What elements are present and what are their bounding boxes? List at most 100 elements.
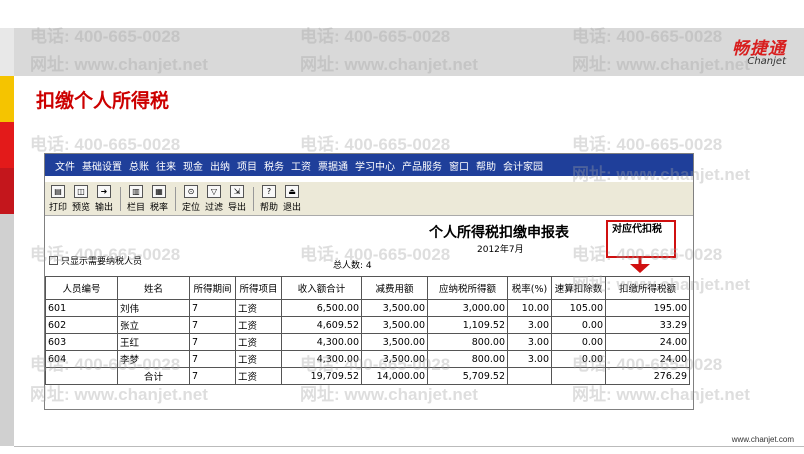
cell-taxable-income[interactable]: 3,000.00: [427, 299, 508, 317]
cell-income-item[interactable]: 工资: [235, 333, 282, 351]
table-row[interactable]: 604 李梦 7 工资 4,300.00 3,500.00 800.00 3.0…: [45, 350, 690, 368]
cell-income-total[interactable]: 4,300.00: [281, 350, 362, 368]
col-header-tax-rate[interactable]: 税率(%): [507, 276, 552, 300]
menu-item-basic-settings[interactable]: 基础设置: [82, 158, 122, 173]
cell-income-item[interactable]: 工资: [235, 316, 282, 334]
only-required-checkbox[interactable]: [49, 256, 58, 265]
cell-taxable-income[interactable]: 800.00: [427, 350, 508, 368]
cell-income-item[interactable]: 工资: [235, 299, 282, 317]
cell-deduction[interactable]: 3,500.00: [361, 316, 428, 334]
exit-icon: ⏏: [285, 185, 299, 198]
menu-item-product-service[interactable]: 产品服务: [402, 158, 442, 173]
cell-name[interactable]: 张立: [117, 316, 190, 334]
cell-deduction[interactable]: 3,500.00: [361, 350, 428, 368]
col-header-taxable-income[interactable]: 应纳税所得额: [427, 276, 508, 300]
cell-income-total[interactable]: 19,709.52: [281, 367, 362, 385]
cell-period[interactable]: 7: [189, 333, 236, 351]
cell-withheld-tax[interactable]: 195.00: [605, 299, 690, 317]
preview-button[interactable]: ◫ 预览: [70, 185, 92, 213]
cell-period[interactable]: 7: [189, 350, 236, 368]
cell-income-total[interactable]: 4,300.00: [281, 333, 362, 351]
cell-withheld-tax[interactable]: 24.00: [605, 350, 690, 368]
menu-item-receivables[interactable]: 往来: [156, 158, 176, 173]
print-button[interactable]: ▤ 打印: [47, 185, 69, 213]
menu-item-help[interactable]: 帮助: [476, 158, 496, 173]
side-stripe-grey: [0, 28, 14, 76]
cell-period[interactable]: 7: [189, 299, 236, 317]
cell-quick-deduction[interactable]: 0.00: [551, 350, 606, 368]
cell-withheld-tax[interactable]: 24.00: [605, 333, 690, 351]
cell-deduction[interactable]: 3,500.00: [361, 333, 428, 351]
cell-tax-rate[interactable]: [507, 367, 552, 385]
menu-item-tax[interactable]: 税务: [264, 158, 284, 173]
cell-tax-rate[interactable]: 3.00: [507, 350, 552, 368]
only-required-filter[interactable]: 只显示需要纳税人员: [49, 254, 142, 267]
exit-button[interactable]: ⏏ 退出: [281, 185, 303, 213]
table-row[interactable]: 601 刘伟 7 工资 6,500.00 3,500.00 3,000.00 1…: [45, 299, 690, 317]
cell-income-item[interactable]: 工资: [235, 367, 282, 385]
output-button[interactable]: ➜ 输出: [93, 185, 115, 213]
locate-button[interactable]: ⊙ 定位: [180, 185, 202, 213]
columns-button[interactable]: ▥ 栏目: [125, 185, 147, 213]
col-header-withheld-tax[interactable]: 扣缴所得税额: [605, 276, 690, 300]
cell-period[interactable]: 7: [189, 316, 236, 334]
cell-quick-deduction[interactable]: 105.00: [551, 299, 606, 317]
cell-period[interactable]: 7: [189, 367, 236, 385]
only-required-label: 只显示需要纳税人员: [61, 257, 143, 267]
slide-title: 扣缴个人所得税: [36, 90, 170, 112]
export-file-icon: ⇲: [230, 185, 244, 198]
cell-tax-rate[interactable]: 3.00: [507, 333, 552, 351]
cell-withheld-tax[interactable]: 33.29: [605, 316, 690, 334]
menu-item-project[interactable]: 项目: [237, 158, 257, 173]
cell-deduction[interactable]: 3,500.00: [361, 299, 428, 317]
export-file-button[interactable]: ⇲ 导出: [226, 185, 248, 213]
filter-button[interactable]: ▽ 过滤: [203, 185, 225, 213]
side-stripe-lightgrey: [0, 214, 14, 446]
tax-rate-button[interactable]: ▦ 税率: [148, 185, 170, 213]
cell-withheld-tax[interactable]: 276.29: [605, 367, 690, 385]
cell-employee-id[interactable]: [45, 367, 118, 385]
cell-tax-rate[interactable]: 3.00: [507, 316, 552, 334]
menu-item-accountant-home[interactable]: 会计家园: [503, 158, 543, 173]
cell-taxable-income[interactable]: 800.00: [427, 333, 508, 351]
table-row[interactable]: 603 王红 7 工资 4,300.00 3,500.00 800.00 3.0…: [45, 333, 690, 351]
col-header-employee-id[interactable]: 人员编号: [45, 276, 118, 300]
cell-employee-id[interactable]: 602: [45, 316, 118, 334]
col-header-period[interactable]: 所得期间: [189, 276, 236, 300]
col-header-name[interactable]: 姓名: [117, 276, 190, 300]
cell-income-item[interactable]: 工资: [235, 350, 282, 368]
menu-item-salary[interactable]: 工资: [291, 158, 311, 173]
menu-item-learning-center[interactable]: 学习中心: [355, 158, 395, 173]
cell-employee-id[interactable]: 601: [45, 299, 118, 317]
col-header-deduction[interactable]: 减费用额: [361, 276, 428, 300]
col-header-quick-deduction[interactable]: 速算扣除数: [551, 276, 606, 300]
cell-income-total[interactable]: 4,609.52: [281, 316, 362, 334]
menu-item-cash[interactable]: 现金: [183, 158, 203, 173]
menu-item-bill-link[interactable]: 票据通: [318, 158, 348, 173]
cell-tax-rate[interactable]: 10.00: [507, 299, 552, 317]
cell-deduction[interactable]: 14,000.00: [361, 367, 428, 385]
cell-employee-id[interactable]: 603: [45, 333, 118, 351]
cell-quick-deduction[interactable]: 0.00: [551, 333, 606, 351]
table-row[interactable]: 602 张立 7 工资 4,609.52 3,500.00 1,109.52 3…: [45, 316, 690, 334]
toolbar-separator: [120, 187, 121, 211]
cell-taxable-income[interactable]: 5,709.52: [427, 367, 508, 385]
cell-quick-deduction[interactable]: [551, 367, 606, 385]
cell-quick-deduction[interactable]: 0.00: [551, 316, 606, 334]
cell-name[interactable]: 王红: [117, 333, 190, 351]
cell-taxable-income[interactable]: 1,109.52: [427, 316, 508, 334]
cell-income-total[interactable]: 6,500.00: [281, 299, 362, 317]
help-button[interactable]: ? 帮助: [258, 185, 280, 213]
col-header-income-item[interactable]: 所得项目: [235, 276, 282, 300]
cell-name[interactable]: 刘伟: [117, 299, 190, 317]
menu-item-cashier[interactable]: 出纳: [210, 158, 230, 173]
menu-item-file[interactable]: 文件: [55, 158, 75, 173]
table-total-row[interactable]: 合计 7 工资 19,709.52 14,000.00 5,709.52 276…: [45, 367, 690, 385]
cell-total-label[interactable]: 合计: [117, 367, 190, 385]
menu-item-window[interactable]: 窗口: [449, 158, 469, 173]
col-header-income-total[interactable]: 收入额合计: [281, 276, 362, 300]
cell-name[interactable]: 李梦: [117, 350, 190, 368]
menu-item-general-ledger[interactable]: 总账: [129, 158, 149, 173]
cell-employee-id[interactable]: 604: [45, 350, 118, 368]
report-period: 2012年7月: [477, 245, 524, 255]
